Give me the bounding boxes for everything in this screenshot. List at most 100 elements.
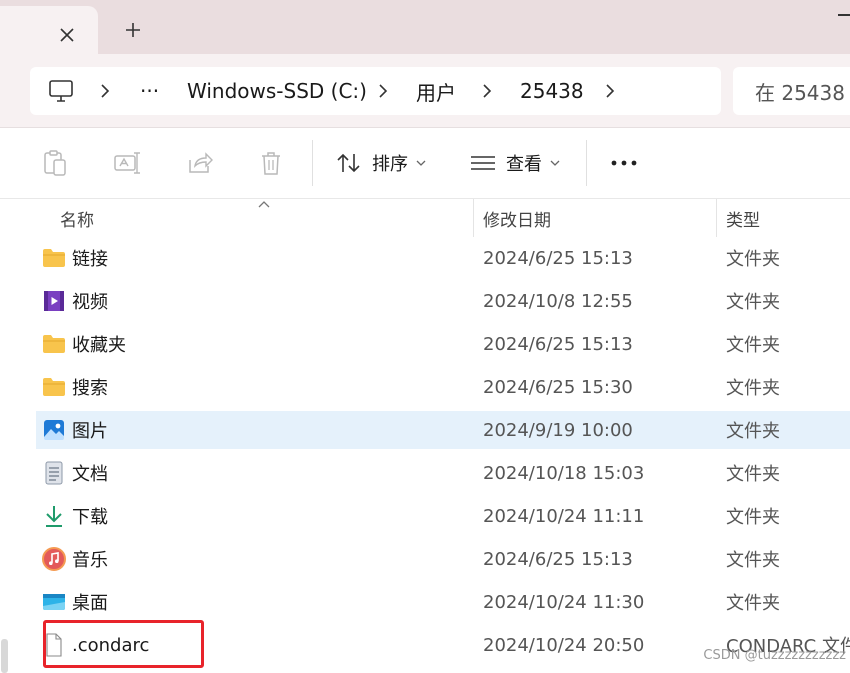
desktop-folder-icon <box>42 591 66 613</box>
command-separator <box>586 140 587 186</box>
file-row[interactable]: 图片 2024/9/19 10:00 文件夹 <box>36 411 850 449</box>
file-row[interactable]: 视频 2024/10/8 12:55 文件夹 <box>36 282 850 320</box>
view-label: 查看 <box>506 154 542 175</box>
command-bar: 排序 查看 <box>0 128 850 199</box>
folder-icon <box>42 376 66 398</box>
music-folder-icon <box>42 547 66 571</box>
column-header-type[interactable]: 类型 <box>726 199 760 237</box>
file-row[interactable]: 下载 2024/10/24 11:11 文件夹 <box>36 497 850 535</box>
file-name: 音乐 <box>72 550 108 571</box>
search-placeholder: 在 25438 中搜索 <box>755 80 850 105</box>
breadcrumb-separator[interactable] <box>378 67 388 115</box>
file-name: 图片 <box>72 421 108 442</box>
file-date: 2024/9/19 10:00 <box>483 419 633 441</box>
column-divider[interactable] <box>473 199 474 237</box>
file-row[interactable]: 链接 2024/6/25 15:13 文件夹 <box>36 239 850 277</box>
file-row[interactable]: 文档 2024/10/18 15:03 文件夹 <box>36 454 850 492</box>
chevron-right-icon <box>606 84 615 98</box>
file-type: 文件夹 <box>726 593 780 614</box>
file-date: 2024/6/25 15:13 <box>483 333 633 355</box>
share-icon <box>189 152 213 173</box>
file-type: 文件夹 <box>726 249 780 270</box>
file-name: 文档 <box>72 464 108 485</box>
chevron-down-icon <box>416 160 426 166</box>
file-date: 2024/10/24 11:11 <box>483 505 645 527</box>
minimize-button[interactable] <box>838 14 850 16</box>
file-name: 视频 <box>72 292 108 313</box>
file-name: 桌面 <box>72 593 108 614</box>
address-bar[interactable]: ··· Windows-SSD (C:) 用户 25438 <box>30 67 721 115</box>
file-date: 2024/10/24 20:50 <box>483 634 645 656</box>
sort-icon <box>337 153 360 173</box>
active-tab[interactable] <box>0 6 98 54</box>
file-type: 文件夹 <box>726 464 780 485</box>
file-row[interactable]: 收藏夹 2024/6/25 15:13 文件夹 <box>36 325 850 363</box>
sort-label: 排序 <box>372 154 408 175</box>
chevron-right-icon <box>379 84 388 98</box>
column-header-modified[interactable]: 修改日期 <box>483 199 551 237</box>
address-row: ··· Windows-SSD (C:) 用户 25438 在 25438 <box>0 54 850 127</box>
file-type: 文件夹 <box>726 507 780 528</box>
sort-button[interactable]: 排序 <box>336 144 426 182</box>
breadcrumb-item-users[interactable]: 用户 <box>416 67 456 115</box>
file-date: 2024/6/25 15:13 <box>483 548 633 570</box>
chevron-down-icon <box>550 160 560 166</box>
column-header-name[interactable]: 名称 <box>60 199 94 237</box>
delete-button[interactable] <box>256 148 286 178</box>
search-input[interactable]: 在 25438 中搜索 <box>733 67 850 115</box>
file-explorer-window: ··· Windows-SSD (C:) 用户 25438 在 25438 排序… <box>0 0 850 673</box>
file-type: 文件夹 <box>726 550 780 571</box>
breadcrumb-item-drive[interactable]: Windows-SSD (C:) <box>187 67 367 115</box>
documents-folder-icon <box>42 461 66 485</box>
file-type: 文件夹 <box>726 292 780 313</box>
file-date: 2024/10/18 15:03 <box>483 462 645 484</box>
new-tab-button[interactable] <box>120 17 146 43</box>
folder-icon <box>42 247 66 269</box>
rename-button[interactable] <box>112 148 142 178</box>
breadcrumb-separator[interactable] <box>605 67 615 115</box>
breadcrumb-separator[interactable] <box>482 67 492 115</box>
sort-ascending-icon <box>258 201 270 208</box>
this-pc-button[interactable] <box>48 67 74 115</box>
file-date: 2024/10/24 11:30 <box>483 591 645 613</box>
navigation-pane-scrollbar[interactable] <box>0 199 10 673</box>
column-divider[interactable] <box>716 199 717 237</box>
tab-close-button[interactable] <box>54 22 80 48</box>
file-date: 2024/10/8 12:55 <box>483 290 633 312</box>
breadcrumb-separator[interactable] <box>100 67 110 115</box>
monitor-icon <box>49 80 73 102</box>
file-type: 文件夹 <box>726 421 780 442</box>
view-list-icon <box>471 156 495 170</box>
rename-icon <box>114 152 140 174</box>
chevron-right-icon <box>483 84 492 98</box>
plus-icon <box>126 23 140 37</box>
pictures-folder-icon <box>42 419 66 441</box>
share-button[interactable] <box>185 148 215 178</box>
paste-button[interactable] <box>40 148 70 178</box>
file-date: 2024/6/25 15:13 <box>483 247 633 269</box>
file-type: 文件夹 <box>726 378 780 399</box>
file-name: 搜索 <box>72 378 108 399</box>
scrollbar-thumb[interactable] <box>1 639 8 673</box>
file-name: 下载 <box>72 507 108 528</box>
file-name: 链接 <box>72 249 108 270</box>
downloads-folder-icon <box>42 505 66 527</box>
file-date: 2024/6/25 15:30 <box>483 376 633 398</box>
watermark: CSDN @tuzzzzzzzzzzz <box>703 648 846 663</box>
close-icon <box>60 28 74 42</box>
clipboard-icon <box>44 150 66 176</box>
file-name: 收藏夹 <box>72 335 126 356</box>
trash-icon <box>262 152 280 175</box>
view-button[interactable]: 查看 <box>470 144 560 182</box>
file-row[interactable]: 桌面 2024/10/24 11:30 文件夹 <box>36 583 850 621</box>
file-row[interactable]: 音乐 2024/6/25 15:13 文件夹 <box>36 540 850 578</box>
breadcrumb-more-button[interactable]: ··· <box>140 67 159 115</box>
file-type: 文件夹 <box>726 335 780 356</box>
file-row[interactable]: 搜索 2024/6/25 15:30 文件夹 <box>36 368 850 406</box>
folder-icon <box>42 333 66 355</box>
column-header: 名称 修改日期 类型 <box>0 199 850 237</box>
file-icon <box>42 633 66 657</box>
more-icon <box>611 160 637 166</box>
more-options-button[interactable] <box>609 148 639 178</box>
breadcrumb-item-user[interactable]: 25438 <box>520 67 584 115</box>
